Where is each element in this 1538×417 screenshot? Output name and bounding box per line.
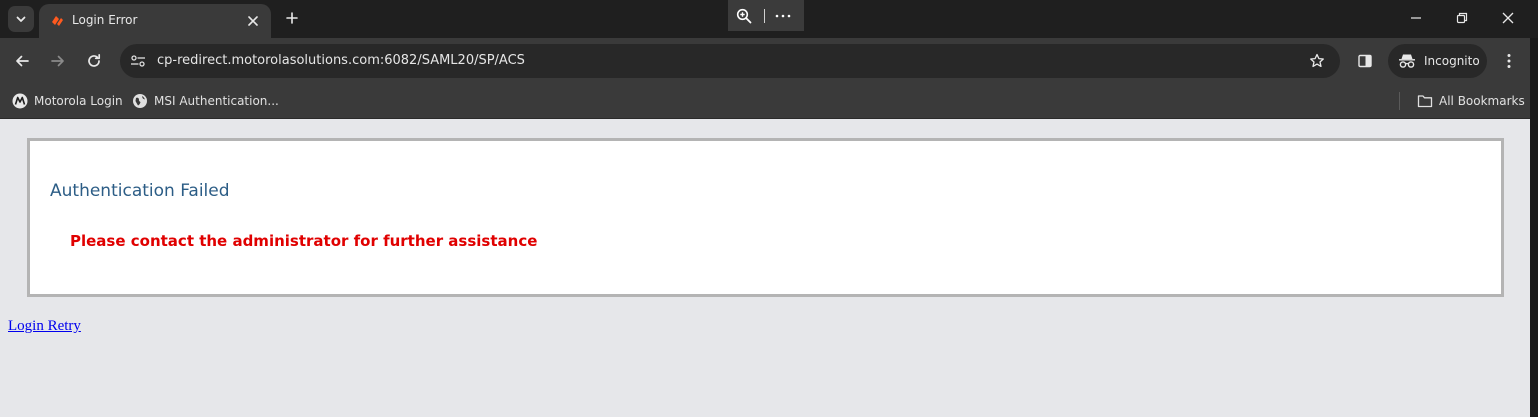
- star-icon: [1310, 53, 1324, 68]
- zoom-indicator[interactable]: [728, 0, 804, 31]
- incognito-icon: [1399, 54, 1415, 68]
- globe-icon: [133, 94, 147, 108]
- new-tab-button[interactable]: [281, 7, 303, 29]
- restore-button[interactable]: [1450, 6, 1474, 30]
- login-retry-link[interactable]: Login Retry: [8, 318, 81, 335]
- window-edge: [1530, 38, 1538, 417]
- close-icon: [1502, 12, 1514, 24]
- close-icon: [248, 16, 258, 26]
- reload-button[interactable]: [83, 50, 105, 72]
- zoom-separator: [764, 8, 765, 23]
- browser-menu-button[interactable]: [1498, 50, 1520, 72]
- plus-icon: [286, 12, 298, 24]
- tab-strip: Login Error: [0, 0, 1538, 38]
- browser-toolbar: cp-redirect.motorolasolutions.com:6082/S…: [0, 38, 1538, 84]
- bookmark-label: MSI Authentication...: [154, 94, 279, 108]
- orange-diamond-icon: [52, 16, 63, 26]
- tab-close-button[interactable]: [243, 11, 263, 31]
- address-bar[interactable]: cp-redirect.motorolasolutions.com:6082/S…: [120, 44, 1340, 78]
- site-info-button[interactable]: [126, 49, 150, 73]
- close-window-button[interactable]: [1496, 6, 1520, 30]
- folder-icon: [1417, 95, 1433, 108]
- more-horizontal-icon[interactable]: [775, 13, 791, 19]
- back-button[interactable]: [11, 50, 33, 72]
- tab-title: Login Error: [72, 13, 138, 27]
- error-message: Please contact the administrator for fur…: [70, 232, 538, 250]
- incognito-label: Incognito: [1424, 54, 1480, 68]
- error-panel: Authentication Failed Please contact the…: [27, 138, 1504, 297]
- tab-search-button[interactable]: [8, 6, 34, 32]
- url-text[interactable]: cp-redirect.motorolasolutions.com:6082/S…: [157, 53, 525, 68]
- side-panel-button[interactable]: [1354, 50, 1376, 72]
- arrow-right-icon: [51, 55, 64, 67]
- chevron-down-icon: [16, 16, 26, 22]
- minimize-icon: [1411, 17, 1421, 19]
- tune-icon: [131, 55, 145, 67]
- reload-icon: [88, 53, 101, 67]
- all-bookmarks-label: All Bookmarks: [1439, 94, 1525, 108]
- error-title: Authentication Failed: [50, 181, 230, 201]
- minimize-button[interactable]: [1404, 6, 1428, 30]
- tab-login-error[interactable]: Login Error: [39, 4, 271, 38]
- all-bookmarks-button[interactable]: All Bookmarks: [1417, 91, 1525, 111]
- incognito-profile-button[interactable]: Incognito: [1388, 44, 1487, 78]
- forward-button[interactable]: [47, 50, 69, 72]
- bookmark-msi-authentication[interactable]: MSI Authentication...: [132, 91, 279, 111]
- bookmarks-bar: Motorola Login MSI Authentication... All…: [0, 84, 1538, 119]
- restore-icon: [1456, 12, 1468, 24]
- arrow-left-icon: [16, 55, 29, 67]
- bookmark-label: Motorola Login: [34, 94, 123, 108]
- bookmark-motorola-login[interactable]: Motorola Login: [12, 91, 123, 111]
- bookmarks-separator: [1399, 92, 1400, 110]
- zoom-in-icon: [736, 8, 752, 23]
- motorola-logo-icon: [12, 93, 28, 109]
- more-vertical-icon: [1507, 54, 1511, 68]
- bookmark-star-button[interactable]: [1306, 50, 1328, 72]
- side-panel-icon: [1358, 54, 1372, 68]
- page-content: Authentication Failed Please contact the…: [0, 120, 1530, 417]
- browser-window: Login Error cp-redirect.motorolasolution…: [0, 0, 1538, 417]
